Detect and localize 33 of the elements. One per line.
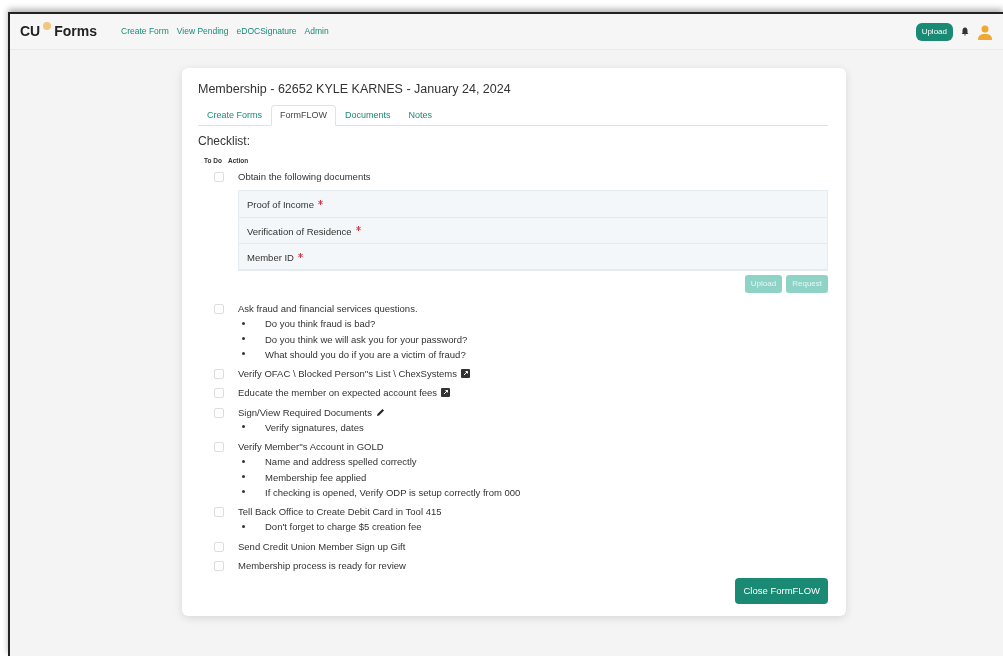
tab[interactable]: FormFLOW [271, 104, 336, 127]
bullet-text: Do you think we will ask you for your password? [265, 332, 468, 347]
checklist-item-text: Ask fraud and financial services questions. [238, 303, 418, 314]
document-name: Verification of Residence [247, 225, 352, 237]
bullet-text: Don't forget to charge $5 creation fee [265, 520, 422, 535]
checklist-item-text: Verify OFAC \ Blocked Person''s List \ ChexSystems [238, 368, 458, 379]
bullet-text: Name and address spelled correctly [265, 455, 417, 470]
checklist-item-text: Educate the member on expected account fees [238, 387, 438, 399]
checklist-item-text: Sign/View Required Documents [238, 406, 372, 418]
document-name: Member ID [247, 251, 294, 263]
checklist-item-text: Verify Member''s Account in GOLD [238, 441, 384, 452]
nav-link[interactable]: Admin [304, 25, 329, 38]
bullet-text: If checking is opened, Verify ODP is setup correctly from 000 [265, 485, 521, 500]
nav-link[interactable]: View Pending [176, 25, 229, 38]
bullet-text: Verify signatures, dates [265, 420, 364, 435]
checklist-heading: Checklist: [198, 133, 251, 151]
document-name: Proof of Income [247, 199, 315, 211]
tab[interactable]: Documents [336, 104, 400, 127]
upload-button[interactable]: Upload [915, 22, 953, 41]
close-formflow-button[interactable]: Close FormFLOW [735, 578, 828, 605]
nav-link[interactable]: Create Form [121, 25, 169, 38]
bullet-text: What should you do if you are a victim of fraud? [265, 347, 466, 362]
page-title: Membership - 62652 KYLE KARNES - January 24, 2024 [198, 81, 512, 98]
checklist-item-text: Membership process is ready for review [238, 559, 406, 571]
bullet-text: Do you think fraud is bad? [265, 317, 376, 332]
checklist-item-text: Obtain the following documents [238, 171, 371, 182]
tab[interactable]: Notes [399, 104, 442, 127]
tab[interactable]: Create Forms [198, 104, 271, 127]
bullet-text: Membership fee applied [265, 470, 367, 485]
checklist-item-text: Tell Back Office to Create Debit Card in Tool 415 [238, 506, 442, 517]
nav-link[interactable]: eDOCSignature [236, 25, 297, 38]
brand-logo[interactable]: CU Forms [20, 21, 98, 42]
checklist-item-text: Send Credit Union Member Sign up Gift [238, 540, 406, 552]
